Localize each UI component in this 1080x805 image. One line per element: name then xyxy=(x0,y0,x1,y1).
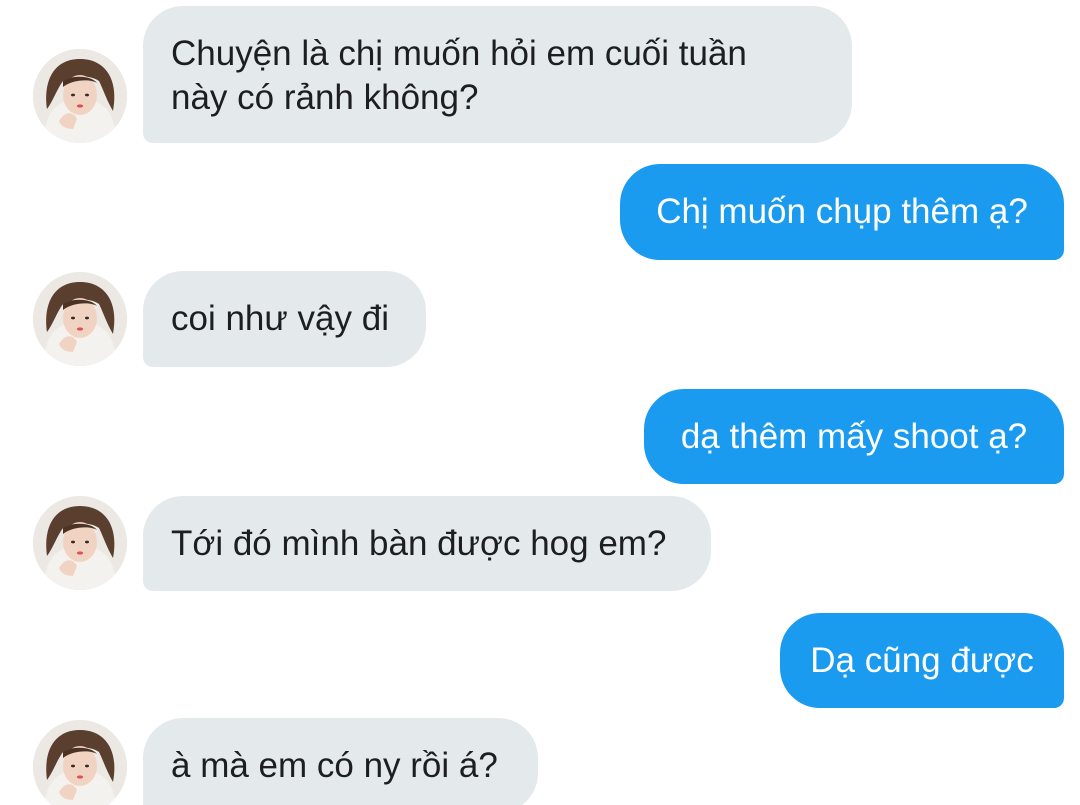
contact-avatar[interactable] xyxy=(33,496,127,590)
avatar-photo-icon xyxy=(33,496,127,590)
avatar-photo-icon xyxy=(33,272,127,366)
contact-avatar[interactable] xyxy=(33,49,127,143)
message-bubble[interactable]: Tới đó mình bàn được hog em? xyxy=(143,496,711,591)
chat-thread: Chuyện là chị muốn hỏi em cuối tuần này … xyxy=(0,0,1080,805)
message-bubble[interactable]: dạ thêm mấy shoot ạ? xyxy=(644,389,1064,484)
message-bubble[interactable]: Chuyện là chị muốn hỏi em cuối tuần này … xyxy=(143,6,852,143)
message-bubble[interactable]: Chị muốn chụp thêm ạ? xyxy=(620,164,1064,260)
message-bubble[interactable]: Dạ cũng được xyxy=(780,613,1064,708)
contact-avatar[interactable] xyxy=(33,720,127,805)
avatar-photo-icon xyxy=(33,720,127,805)
message-bubble[interactable]: à mà em có ny rồi á? xyxy=(143,718,538,805)
message-bubble[interactable]: coi như vậy đi xyxy=(143,271,426,367)
avatar-photo-icon xyxy=(33,49,127,143)
contact-avatar[interactable] xyxy=(33,272,127,366)
